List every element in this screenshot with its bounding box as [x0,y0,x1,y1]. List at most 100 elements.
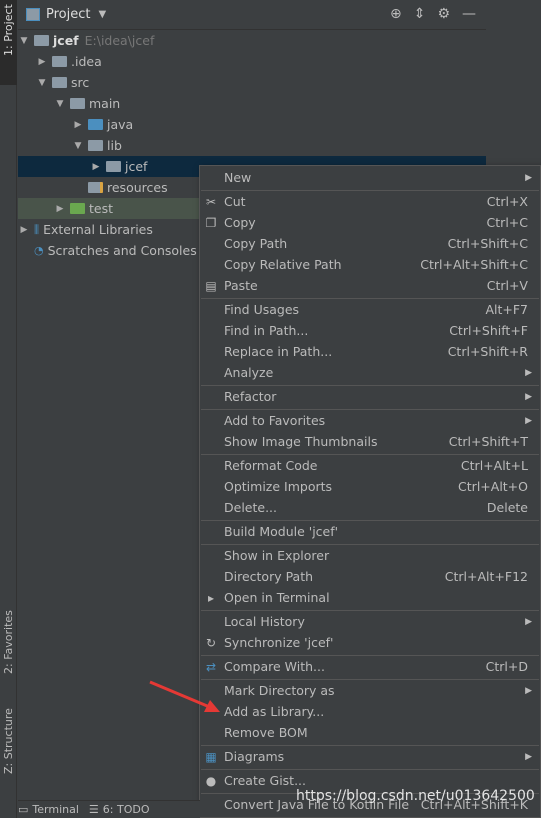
menu-item-label: Reformat Code [224,458,318,473]
menu-item-copy-path[interactable]: Copy Path Ctrl+Shift+C [200,233,540,254]
menu-item-optimize-imports[interactable]: Optimize Imports Ctrl+Alt+O [200,476,540,497]
tree-item-label: test [89,201,114,216]
collapse-all-icon[interactable]: ⇕ [414,6,426,22]
menu-item-label: Show in Explorer [224,548,330,563]
menu-item-refactor[interactable]: Refactor ▶ [200,386,540,407]
terminal-icon: ▭ [18,803,29,816]
menu-item-label: Analyze [224,365,274,380]
context-menu: New ▶ ✂ Cut Ctrl+X ❐ Copy Ctrl+C Copy Pa… [199,165,541,818]
menu-item-label: Find in Path... [224,323,309,338]
menu-item-analyze[interactable]: Analyze ▶ [200,362,540,383]
menu-item-label: Add as Library... [224,704,325,719]
menu-item-reformat-code[interactable]: Reformat Code Ctrl+Alt+L [200,455,540,476]
expand-arrow-icon[interactable]: ▼ [54,99,66,109]
terminal-tool-tab[interactable]: ▭ Terminal [18,803,79,816]
folder-icon [52,77,67,88]
tree-item-lib[interactable]: ▼ lib [18,135,486,156]
menu-item-label: Diagrams [224,749,285,764]
copy-icon: ❐ [205,215,217,230]
submenu-arrow-icon: ▶ [525,616,532,627]
menu-item-find-in-path[interactable]: Find in Path... Ctrl+Shift+F [200,320,540,341]
menu-item-label: Open in Terminal [224,590,330,605]
menu-item-label: Local History [224,614,305,629]
menu-item-shortcut: Ctrl+Shift+F [449,323,528,338]
todo-tool-tab[interactable]: ☰ 6: TODO [89,803,150,816]
project-tool-tab[interactable]: 1: Project [0,0,17,85]
menu-item-label: Copy Path [224,236,288,251]
submenu-arrow-icon: ▶ [525,685,532,696]
menu-item-add-as-library[interactable]: Add as Library... [200,701,540,722]
menu-item-cut[interactable]: ✂ Cut Ctrl+X [200,191,540,212]
expand-arrow-icon[interactable]: ▼ [18,36,30,46]
menu-item-open-in-terminal[interactable]: ▸ Open in Terminal [200,587,540,608]
menu-item-shortcut: Ctrl+Alt+F12 [444,569,528,584]
menu-item-directory-path[interactable]: Directory Path Ctrl+Alt+F12 [200,566,540,587]
menu-item-remove-bom[interactable]: Remove BOM [200,722,540,743]
structure-tool-tab[interactable]: Z: Structure [0,704,17,794]
menu-item-shortcut: Ctrl+Alt+Shift+C [420,257,528,272]
menu-item-label: Mark Directory as [224,683,335,698]
ide-window: 1: Project 2: Favorites Z: Structure Pro… [0,0,541,818]
hide-icon[interactable]: — [462,6,476,22]
menu-item-shortcut: Ctrl+Alt+O [458,479,528,494]
todo-tab-label: 6: TODO [102,803,150,816]
folder-icon [70,98,85,109]
root-path: E:\idea\jcef [84,33,155,48]
menu-item-diagrams[interactable]: ▦ Diagrams ▶ [200,746,540,767]
collapse-arrow-icon[interactable]: ▶ [90,162,102,172]
annotation-arrow-icon [149,680,220,712]
tree-item-label: jcef [53,33,79,48]
tree-item-idea[interactable]: ▶ .idea [18,51,486,72]
menu-item-copy-relative-path[interactable]: Copy Relative Path Ctrl+Alt+Shift+C [200,254,540,275]
menu-item-show-in-explorer[interactable]: Show in Explorer [200,545,540,566]
tree-item-test[interactable]: ▶ test [18,198,200,219]
expand-arrow-icon[interactable]: ▼ [72,141,84,151]
expand-arrow-icon[interactable]: ▼ [36,78,48,88]
test-folder-icon [70,203,85,214]
menu-item-label: Add to Favorites [224,413,326,428]
collapse-arrow-icon[interactable]: ▶ [72,120,84,130]
menu-item-label: Copy Relative Path [224,257,342,272]
terminal-icon: ▸ [207,590,215,605]
menu-item-label: Paste [224,278,258,293]
project-panel-header: Project ▼ ⊕ ⇕ ⚙ — [18,0,486,30]
favorites-tool-tab[interactable]: 2: Favorites [0,606,17,696]
scissors-icon: ✂ [205,194,217,209]
menu-item-synchronize[interactable]: ↻ Synchronize 'jcef' [200,632,540,653]
menu-item-mark-directory-as[interactable]: Mark Directory as ▶ [200,680,540,701]
tree-item-label: External Libraries [43,222,153,237]
compare-icon: ⇄ [205,659,217,674]
menu-item-shortcut: Alt+F7 [485,302,528,317]
collapse-arrow-icon[interactable]: ▶ [36,57,48,67]
submenu-arrow-icon: ▶ [525,391,532,402]
collapse-arrow-icon[interactable]: ▶ [18,225,30,235]
menu-item-label: Directory Path [224,569,314,584]
menu-item-new[interactable]: New ▶ [200,167,540,188]
menu-item-label: Synchronize 'jcef' [224,635,334,650]
menu-item-compare-with[interactable]: ⇄ Compare With... Ctrl+D [200,656,540,677]
menu-item-find-usages[interactable]: Find Usages Alt+F7 [200,299,540,320]
menu-item-label: Cut [224,194,246,209]
menu-item-show-image-thumbnails[interactable]: Show Image Thumbnails Ctrl+Shift+T [200,431,540,452]
tree-item-main[interactable]: ▼ main [18,93,486,114]
tree-item-src[interactable]: ▼ src [18,72,486,93]
menu-item-paste[interactable]: ▤ Paste Ctrl+V [200,275,540,296]
locate-icon[interactable]: ⊕ [390,6,402,22]
menu-item-shortcut: Ctrl+Shift+T [448,434,528,449]
chevron-down-icon[interactable]: ▼ [98,9,106,20]
collapse-arrow-icon[interactable]: ▶ [54,204,66,214]
tree-item-label: Scratches and Consoles [47,243,197,258]
gear-icon[interactable]: ⚙ [437,6,450,22]
tree-item-root[interactable]: ▼ jcef E:\idea\jcef [18,30,486,51]
menu-item-shortcut: Ctrl+Shift+C [447,236,528,251]
menu-item-local-history[interactable]: Local History ▶ [200,611,540,632]
menu-item-add-to-favorites[interactable]: Add to Favorites ▶ [200,410,540,431]
tree-item-label: resources [107,180,168,195]
tree-item-java[interactable]: ▶ java [18,114,486,135]
menu-item-delete[interactable]: Delete... Delete [200,497,540,518]
menu-item-build-module[interactable]: Build Module 'jcef' [200,521,540,542]
menu-item-replace-in-path[interactable]: Replace in Path... Ctrl+Shift+R [200,341,540,362]
tree-item-label: jcef [125,159,148,174]
menu-item-copy[interactable]: ❐ Copy Ctrl+C [200,212,540,233]
project-panel-title[interactable]: Project [46,7,90,22]
